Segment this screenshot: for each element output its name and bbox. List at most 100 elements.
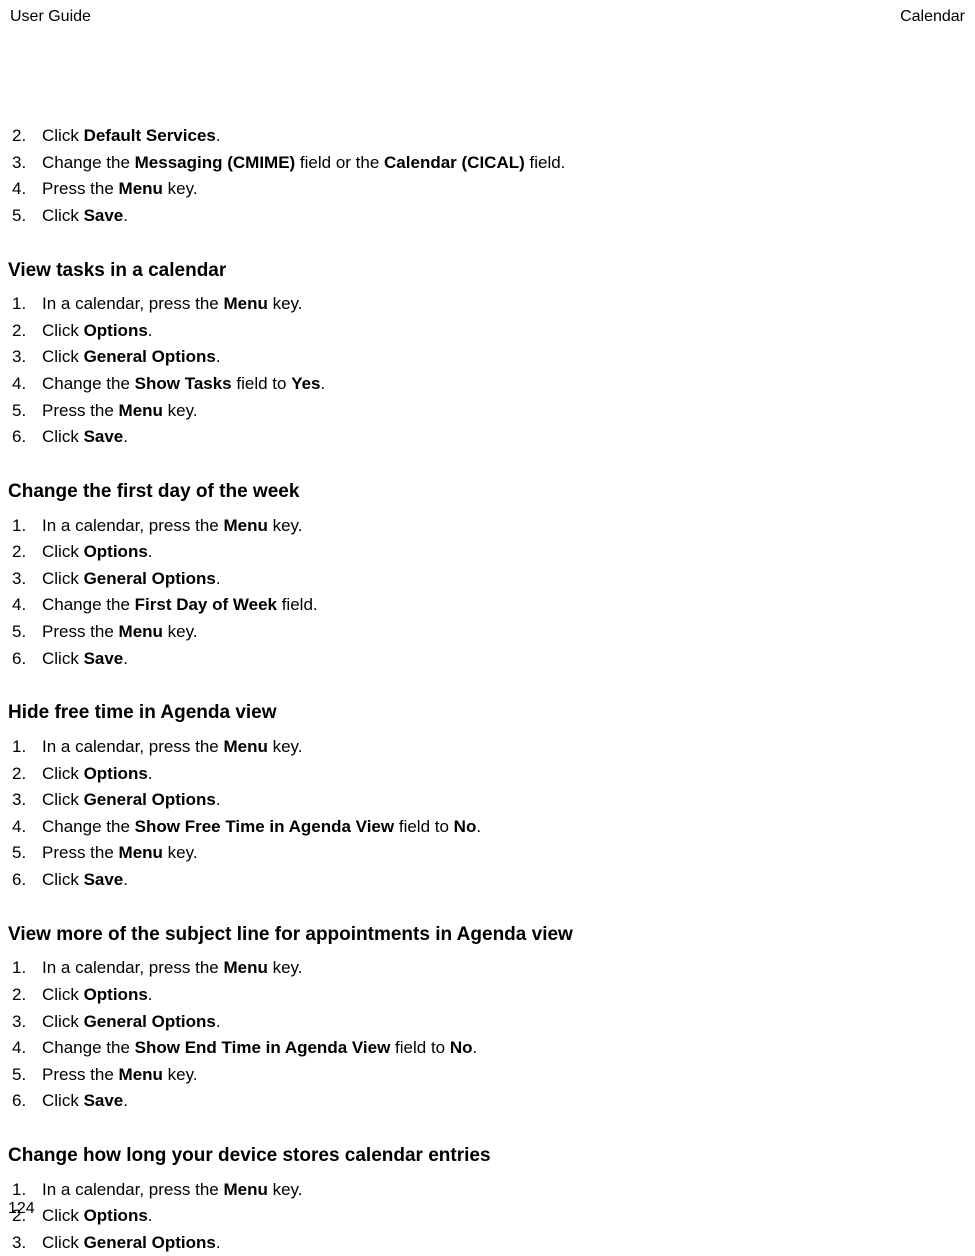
bold-text: General Options xyxy=(84,347,216,366)
step-number: 3. xyxy=(8,1010,42,1035)
step-list: 2.Click Default Services.3.Change the Me… xyxy=(8,124,967,229)
step-item: 2.Click Options. xyxy=(8,983,967,1008)
step-text: Click Options. xyxy=(42,983,967,1008)
bold-text: Menu xyxy=(119,843,163,862)
bold-text: Options xyxy=(84,985,148,1004)
bold-text: Menu xyxy=(119,622,163,641)
bold-text: Menu xyxy=(119,401,163,420)
step-number: 1. xyxy=(8,292,42,317)
step-text: Click Options. xyxy=(42,540,967,565)
step-item: 5.Press the Menu key. xyxy=(8,1063,967,1088)
header-right: Calendar xyxy=(900,8,965,26)
step-text: Click Options. xyxy=(42,1204,967,1229)
bold-text: General Options xyxy=(84,1233,216,1252)
step-item: 6.Click Save. xyxy=(8,425,967,450)
step-item: 4.Change the Show Tasks field to Yes. xyxy=(8,372,967,397)
step-item: 2.Click Default Services. xyxy=(8,124,967,149)
section-heading: Change the first day of the week xyxy=(8,478,967,506)
section: Hide free time in Agenda view 1.In a cale… xyxy=(8,699,967,892)
bold-text: General Options xyxy=(84,1012,216,1031)
step-number: 6. xyxy=(8,868,42,893)
page-header: User Guide Calendar xyxy=(8,8,967,26)
step-item: 1.In a calendar, press the Menu key. xyxy=(8,1178,967,1203)
step-item: 2.Click Options. xyxy=(8,540,967,565)
bold-text: Messaging (CMIME) xyxy=(135,153,296,172)
step-item: 5.Click Save. xyxy=(8,204,967,229)
step-number: 3. xyxy=(8,567,42,592)
step-text: In a calendar, press the Menu key. xyxy=(42,1178,967,1203)
step-text: Click General Options. xyxy=(42,1010,967,1035)
bold-text: Show Free Time in Agenda View xyxy=(135,817,394,836)
step-number: 4. xyxy=(8,593,42,618)
bold-text: Menu xyxy=(119,179,163,198)
step-number: 2. xyxy=(8,319,42,344)
step-number: 6. xyxy=(8,647,42,672)
step-item: 3.Click General Options. xyxy=(8,788,967,813)
bold-text: No xyxy=(450,1038,473,1057)
step-text: Click Save. xyxy=(42,647,967,672)
step-number: 5. xyxy=(8,620,42,645)
bold-text: Save xyxy=(84,427,124,446)
step-item: 4.Change the Show End Time in Agenda Vie… xyxy=(8,1036,967,1061)
step-text: Click General Options. xyxy=(42,567,967,592)
step-text: Change the First Day of Week field. xyxy=(42,593,967,618)
step-item: 4.Change the First Day of Week field. xyxy=(8,593,967,618)
step-number: 5. xyxy=(8,204,42,229)
step-number: 3. xyxy=(8,1231,42,1256)
bold-text: Menu xyxy=(223,516,267,535)
step-number: 2. xyxy=(8,124,42,149)
bold-text: Menu xyxy=(223,1180,267,1199)
bold-text: Menu xyxy=(223,737,267,756)
bold-text: Show Tasks xyxy=(135,374,232,393)
step-text: In a calendar, press the Menu key. xyxy=(42,735,967,760)
step-number: 1. xyxy=(8,735,42,760)
section-heading: Hide free time in Agenda view xyxy=(8,699,967,727)
bold-text: Save xyxy=(84,649,124,668)
step-number: 2. xyxy=(8,762,42,787)
step-item: 6.Click Save. xyxy=(8,647,967,672)
step-item: 3.Click General Options. xyxy=(8,1231,967,1256)
bold-text: Options xyxy=(84,764,148,783)
step-text: Press the Menu key. xyxy=(42,1063,967,1088)
step-item: 1.In a calendar, press the Menu key. xyxy=(8,735,967,760)
step-number: 2. xyxy=(8,983,42,1008)
step-item: 1.In a calendar, press the Menu key. xyxy=(8,956,967,981)
step-text: Click Options. xyxy=(42,319,967,344)
bold-text: No xyxy=(454,817,477,836)
step-number: 3. xyxy=(8,345,42,370)
page: User Guide Calendar 2.Click Default Serv… xyxy=(0,0,975,1228)
step-text: Change the Messaging (CMIME) field or th… xyxy=(42,151,967,176)
step-number: 6. xyxy=(8,1089,42,1114)
step-text: Click Save. xyxy=(42,1089,967,1114)
bold-text: General Options xyxy=(84,790,216,809)
step-number: 6. xyxy=(8,425,42,450)
step-item: 1.In a calendar, press the Menu key. xyxy=(8,514,967,539)
step-list: 1.In a calendar, press the Menu key.2.Cl… xyxy=(8,956,967,1114)
step-text: Click Default Services. xyxy=(42,124,967,149)
step-text: Press the Menu key. xyxy=(42,841,967,866)
step-text: In a calendar, press the Menu key. xyxy=(42,514,967,539)
step-item: 2.Click Options. xyxy=(8,762,967,787)
step-item: 6.Click Save. xyxy=(8,1089,967,1114)
step-text: Click Save. xyxy=(42,204,967,229)
step-number: 2. xyxy=(8,540,42,565)
step-list: 1.In a calendar, press the Menu key.2.Cl… xyxy=(8,292,967,450)
step-text: Change the Show Tasks field to Yes. xyxy=(42,372,967,397)
step-number: 4. xyxy=(8,815,42,840)
step-number: 1. xyxy=(8,1178,42,1203)
bold-text: Save xyxy=(84,870,124,889)
step-item: 5.Press the Menu key. xyxy=(8,399,967,424)
step-number: 1. xyxy=(8,956,42,981)
step-item: 3.Click General Options. xyxy=(8,345,967,370)
section-heading: View more of the subject line for appoin… xyxy=(8,921,967,949)
bold-text: First Day of Week xyxy=(135,595,277,614)
page-number: 124 xyxy=(8,1200,35,1218)
step-text: Click General Options. xyxy=(42,345,967,370)
section: View tasks in a calendar1.In a calendar,… xyxy=(8,257,967,450)
step-item: 5.Press the Menu key. xyxy=(8,841,967,866)
step-number: 4. xyxy=(8,177,42,202)
step-number: 1. xyxy=(8,514,42,539)
bold-text: Yes xyxy=(291,374,320,393)
step-number: 4. xyxy=(8,372,42,397)
section-heading: Change how long your device stores calen… xyxy=(8,1142,967,1170)
